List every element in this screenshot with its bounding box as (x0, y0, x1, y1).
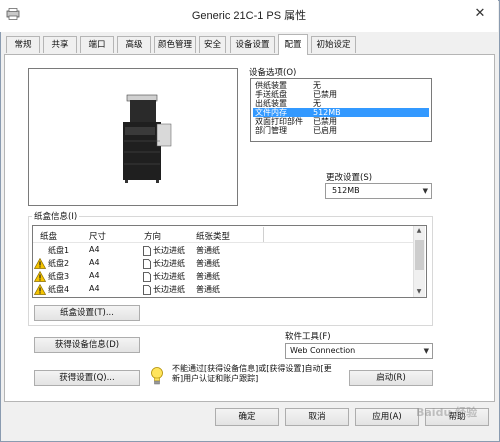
tab-sharing[interactable]: 共享 (43, 36, 77, 53)
table-row[interactable]: 纸盘1 A4 长边进纸 普通纸 (33, 245, 413, 256)
scroll-up-icon[interactable]: ▲ (413, 227, 425, 234)
software-tools-label: 软件工具(F) (285, 332, 331, 342)
table-row[interactable]: 纸盘3 A4 长边进纸 普通纸 (33, 271, 413, 282)
orientation-cell: 长边进纸 (153, 285, 185, 294)
page-portrait-icon (143, 259, 151, 269)
column-header-tray[interactable]: 纸盘 (40, 230, 57, 242)
column-header-size[interactable]: 尺寸 (89, 230, 106, 242)
page-portrait-icon (143, 272, 151, 282)
option-value: 已禁用 (313, 117, 337, 126)
change-settings-label: 更改设置(S) (326, 173, 373, 183)
get-settings-button[interactable]: 获得设置(Q)... (34, 370, 140, 386)
size-cell: A4 (89, 245, 100, 254)
option-value: 512MB (313, 108, 341, 117)
change-settings-select[interactable]: 512MB ▼ (325, 183, 432, 199)
scroll-down-icon[interactable]: ▼ (413, 288, 425, 295)
option-row-duplex-unit[interactable]: 双面打印部件 已禁用 (253, 117, 429, 126)
tray-cell: 纸盘4 (48, 285, 70, 294)
tray-cell: 纸盘2 (48, 259, 70, 268)
tab-security[interactable]: 安全 (199, 36, 226, 53)
orientation-cell: 长边进纸 (153, 246, 185, 255)
option-row-manual-tray[interactable]: 手送纸盘 已禁用 (253, 90, 429, 99)
option-name: 出纸装置 (255, 99, 287, 108)
orientation-cell: 长边进纸 (153, 272, 185, 281)
window-title: Generic 21C-1 PS 属性 (191, 10, 307, 22)
option-row-file-memory[interactable]: 文件内存 512MB (253, 108, 429, 117)
type-cell: 普通纸 (196, 259, 220, 268)
cancel-button[interactable]: 取消 (285, 408, 349, 426)
option-name: 供纸装置 (255, 81, 287, 90)
launch-button[interactable]: 启动(R) (349, 370, 433, 386)
close-button[interactable]: ✕ (468, 4, 492, 24)
change-settings-value: 512MB (332, 186, 360, 195)
device-options-list[interactable]: 供纸装置 无 手送纸盘 已禁用 出纸装置 无 文件内存 512MB 双面打印部件… (250, 78, 432, 142)
page-portrait-icon (143, 285, 151, 295)
orientation-cell: 长边进纸 (153, 259, 185, 268)
option-value: 无 (313, 99, 321, 108)
option-value: 无 (313, 81, 321, 90)
info-note: 不能通过[获得设备信息]或[获得设置]自动[更新]用户认证和账户跟踪] (172, 364, 332, 383)
software-tools-select[interactable]: Web Connection ▼ (285, 343, 433, 359)
ok-button[interactable]: 确定 (215, 408, 279, 426)
warning-icon (34, 258, 46, 269)
tab-device-settings[interactable]: 设备设置 (230, 36, 275, 53)
option-value: 已禁用 (313, 90, 337, 99)
tab-advanced[interactable]: 高级 (117, 36, 151, 53)
size-cell: A4 (89, 284, 100, 293)
page-portrait-icon (143, 246, 151, 256)
option-row-output-unit[interactable]: 出纸装置 无 (253, 99, 429, 108)
option-row-account-track[interactable]: 部门管理 已启用 (253, 126, 429, 135)
type-cell: 普通纸 (196, 285, 220, 294)
warning-icon (34, 284, 46, 295)
size-cell: A4 (89, 258, 100, 267)
option-row-paper-source[interactable]: 供纸装置 无 (253, 81, 429, 90)
table-row[interactable]: 纸盘4 A4 长边进纸 普通纸 (33, 284, 413, 295)
option-name: 双面打印部件 (255, 117, 303, 126)
tray-cell: 纸盘1 (48, 246, 70, 255)
tab-initial-settings[interactable]: 初始设定 (311, 36, 356, 53)
chevron-down-icon: ▼ (423, 347, 429, 355)
get-device-info-button[interactable]: 获得设备信息(D) (34, 337, 140, 353)
copier-image (123, 94, 172, 183)
tab-color-management[interactable]: 颜色管理 (154, 36, 196, 53)
column-divider (263, 227, 264, 242)
size-cell: A4 (89, 271, 100, 280)
watermark-text: Baidu 经验 (416, 406, 478, 419)
type-cell: 普通纸 (196, 246, 220, 255)
software-tools-value: Web Connection (290, 346, 356, 355)
type-cell: 普通纸 (196, 272, 220, 281)
tray-info-label: 纸盒信息(I) (32, 210, 80, 222)
printer-preview (28, 68, 238, 206)
option-name: 部门管理 (255, 126, 287, 135)
option-value: 已启用 (313, 126, 337, 135)
tray-settings-button[interactable]: 纸盒设置(T)... (34, 305, 140, 321)
tab-configure[interactable]: 配置 (278, 34, 308, 55)
option-name: 手送纸盘 (255, 90, 287, 99)
tab-general[interactable]: 常规 (6, 36, 40, 53)
column-header-orientation[interactable]: 方向 (144, 230, 161, 242)
device-options-label: 设备选项(O) (249, 68, 297, 78)
table-row[interactable]: 纸盘2 A4 长边进纸 普通纸 (33, 258, 413, 269)
chevron-down-icon: ▼ (422, 187, 428, 195)
option-name: 文件内存 (255, 108, 287, 117)
scrollbar-thumb[interactable] (415, 240, 424, 270)
header-divider (33, 242, 413, 243)
lightbulb-icon (151, 367, 163, 385)
column-header-paper-type[interactable]: 纸张类型 (196, 230, 230, 242)
tab-ports[interactable]: 端口 (80, 36, 114, 53)
apply-button[interactable]: 应用(A) (355, 408, 419, 426)
warning-icon (34, 271, 46, 282)
tray-cell: 纸盘3 (48, 272, 70, 281)
